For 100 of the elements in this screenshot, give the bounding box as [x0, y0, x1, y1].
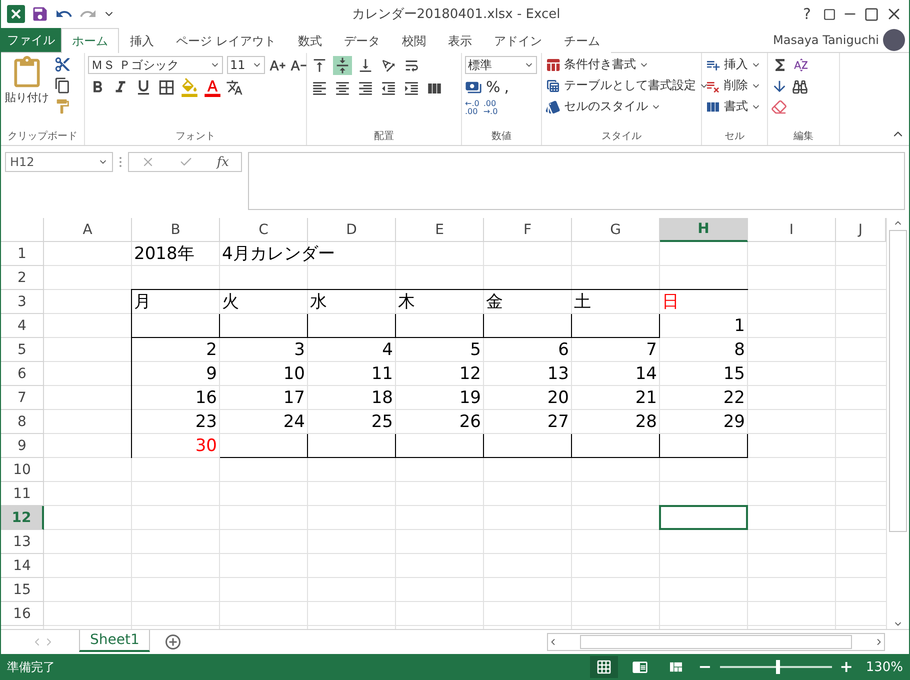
row-header[interactable]: 5 [1, 338, 44, 362]
column-header[interactable]: B [132, 218, 220, 242]
column-header[interactable]: D [308, 218, 396, 242]
conditional-format-icon[interactable] [545, 56, 561, 72]
borders-icon[interactable] [157, 78, 176, 97]
row-header[interactable]: 12 [1, 506, 44, 530]
table-cell: 7 [572, 338, 660, 362]
column-header[interactable]: A [44, 218, 132, 242]
table-cell: 11 [308, 362, 396, 386]
help-button[interactable]: ? [797, 5, 817, 23]
zoom-out-button[interactable]: − [698, 658, 712, 676]
column-header[interactable]: G [572, 218, 660, 242]
row-header[interactable]: 3 [1, 290, 44, 314]
column-header[interactable]: F [484, 218, 572, 242]
table-cell: 土 [572, 290, 660, 314]
fill-down-icon[interactable] [771, 78, 788, 95]
percent-button[interactable]: % [486, 78, 500, 96]
table-cell: 1 [660, 314, 748, 338]
cell-style-icon[interactable] [545, 98, 561, 114]
group-label: セル [724, 130, 744, 144]
table-cell: 8 [660, 338, 748, 362]
table-cell: 4 [308, 338, 396, 362]
increase-indent-icon[interactable] [402, 79, 421, 98]
table-cell: 15 [660, 362, 748, 386]
ribbon-display-icon[interactable] [823, 8, 836, 20]
sheet-tab[interactable]: Sheet1 [79, 630, 150, 652]
decrease-indent-icon[interactable] [379, 79, 398, 98]
find-icon[interactable] [792, 78, 808, 94]
cells-menu-button[interactable]: 挿入 [724, 56, 748, 73]
row-header[interactable]: 9 [1, 434, 44, 458]
excel-logo-icon [7, 5, 25, 23]
align-center-icon[interactable] [333, 79, 352, 98]
table-cell: 4月カレンダー [220, 242, 396, 266]
column-header[interactable]: H [660, 218, 748, 242]
horizontal-scrollbar[interactable] [547, 633, 885, 651]
row-header[interactable]: 4 [1, 314, 44, 338]
row-header[interactable]: 11 [1, 482, 44, 506]
vertical-scrollbar[interactable] [886, 218, 909, 629]
group-label: スタイル [602, 130, 642, 144]
user-name[interactable]: Masaya Taniguchi [773, 28, 883, 52]
table-cell: 21 [572, 386, 660, 410]
zoom-in-button[interactable]: + [840, 658, 853, 676]
row-header[interactable]: 8 [1, 410, 44, 434]
group-label: 編集 [794, 130, 814, 144]
align-right-icon[interactable] [356, 79, 375, 98]
eraser-icon[interactable] [771, 99, 787, 115]
table-cell: 14 [572, 362, 660, 386]
column-header[interactable]: C [220, 218, 308, 242]
increase-decimal-button[interactable]: ←.0 .00 [465, 100, 480, 116]
name-box[interactable]: H12 [10, 155, 34, 169]
table-format-icon[interactable] [545, 78, 561, 94]
middle-align-icon[interactable] [333, 56, 352, 75]
insert-function-button[interactable]: fx [216, 154, 229, 170]
save-icon[interactable] [31, 5, 49, 23]
ribbon-tab[interactable]: ホーム [61, 28, 119, 53]
comma-button[interactable]: , [504, 78, 510, 96]
decrease-decimal-button[interactable]: .00 →.0 [483, 100, 498, 116]
row-header[interactable]: 15 [1, 578, 44, 602]
column-header[interactable]: J [836, 218, 886, 242]
cells-menu-button[interactable]: 書式 [724, 98, 748, 115]
phonetic-icon[interactable] [226, 79, 243, 96]
cells-menu-button[interactable]: 削除 [724, 77, 748, 94]
align-left-icon[interactable] [310, 79, 329, 98]
row-header[interactable]: 6 [1, 362, 44, 386]
table-cell: 20 [484, 386, 572, 410]
fill-color-icon[interactable] [180, 78, 199, 97]
selected-cell[interactable] [659, 505, 748, 530]
row-header[interactable]: 13 [1, 530, 44, 554]
style-menu-button[interactable]: 条件付き書式 [564, 56, 636, 73]
group-label: フォント [176, 130, 216, 144]
row-header[interactable]: 1 [1, 242, 44, 266]
cut-icon[interactable] [54, 56, 71, 73]
row-header[interactable]: 2 [1, 266, 44, 290]
table-cell: 12 [396, 362, 484, 386]
sort-icon[interactable] [793, 57, 809, 73]
table-cell: 26 [396, 410, 484, 434]
row-header[interactable]: 10 [1, 458, 44, 482]
zoom-thumb[interactable] [776, 660, 780, 674]
table-cell: 30 [132, 434, 220, 458]
font-color-icon[interactable] [203, 78, 222, 97]
table-cell: 水 [308, 290, 396, 314]
row-header[interactable]: 7 [1, 386, 44, 410]
column-header[interactable]: E [396, 218, 484, 242]
add-sheet-icon[interactable] [164, 633, 182, 651]
drag-handle-icon [119, 156, 122, 168]
table-cell: 24 [220, 410, 308, 434]
table-cell: 27 [484, 410, 572, 434]
copy-icon[interactable] [54, 77, 71, 94]
style-menu-button[interactable]: テーブルとして書式設定 [564, 77, 696, 94]
table-cell: 17 [220, 386, 308, 410]
paste-label[interactable]: 貼り付け [5, 90, 49, 105]
maximize-icon[interactable] [864, 6, 879, 22]
group-label: クリップボード [8, 130, 78, 144]
row-header[interactable]: 16 [1, 602, 44, 626]
row-header[interactable]: 14 [1, 554, 44, 578]
formula-input[interactable] [248, 152, 905, 210]
style-menu-button[interactable]: セルのスタイル [564, 98, 648, 115]
column-header[interactable]: I [748, 218, 836, 242]
file-tab[interactable]: ファイル [1, 28, 61, 52]
grid-icon[interactable] [590, 656, 618, 678]
